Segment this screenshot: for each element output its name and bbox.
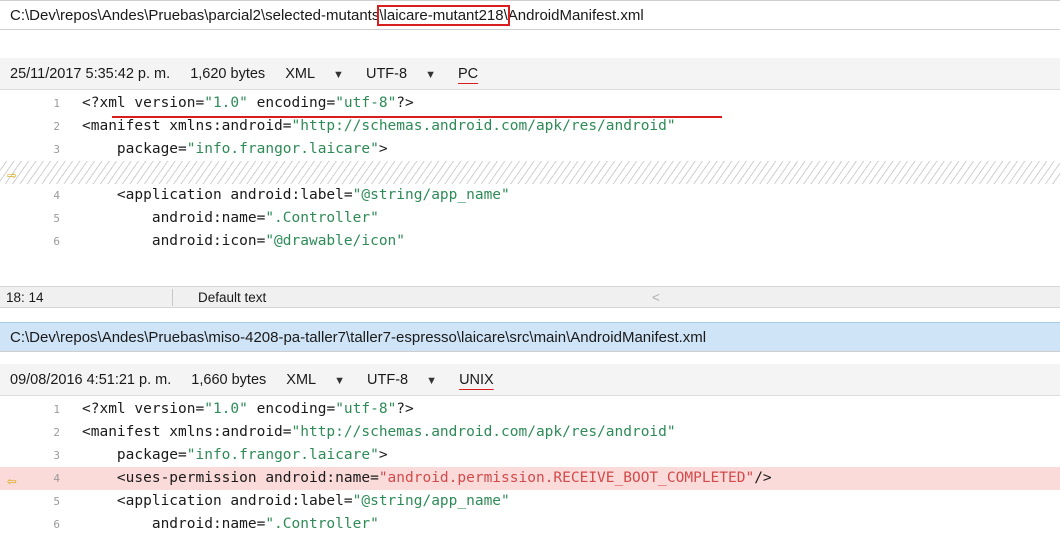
bottom-file-info: 09/08/2016 4:51:21 p. m. 1,660 bytes XML… (0, 364, 1060, 396)
file-size: 1,620 bytes (190, 66, 266, 82)
top-code-view[interactable]: 1 <?xml version="1.0" encoding="utf-8"?> 2… (0, 92, 1060, 279)
divider (172, 289, 173, 306)
code-line: 1 <?xml version="1.0" encoding="utf-8"?> (0, 398, 1060, 421)
code-text: package="info.frangor.laicare"> (82, 447, 388, 463)
code-text: android:name=".Controller" (82, 516, 379, 532)
code-text: android:icon="@drawable/icon" (82, 233, 406, 249)
path-prefix: C:\Dev\repos\Andes\Pruebas\parcial2\sele… (10, 7, 380, 24)
text-mode: Default text (198, 290, 267, 305)
code-line: 5 android:name=".Controller" (0, 207, 1060, 230)
diff-arrow-left-icon[interactable]: ⇦ (7, 469, 17, 492)
code-line: 2 <manifest xmlns:android="http://schemas… (0, 115, 1060, 138)
chevron-down-icon: ▼ (333, 69, 344, 81)
top-file-path[interactable]: C:\Dev\repos\Andes\Pruebas\parcial2\sele… (0, 0, 1060, 30)
line-number: 2 (53, 426, 60, 439)
line-number: 3 (53, 143, 60, 156)
encoding-select[interactable]: UTF-8 ▼ (366, 66, 452, 82)
code-line: 2 <manifest xmlns:android="http://schemas… (0, 421, 1060, 444)
file-date: 09/08/2016 4:51:21 p. m. (10, 372, 172, 388)
format-select[interactable]: XML ▼ (285, 66, 360, 82)
code-text: <application android:label="@string/app_… (82, 187, 510, 203)
format-select[interactable]: XML ▼ (286, 372, 361, 388)
code-text: package="info.frangor.laicare"> (82, 141, 388, 157)
file-size: 1,660 bytes (191, 372, 267, 388)
code-text: <manifest xmlns:android="http://schemas.… (82, 424, 676, 440)
line-number: 1 (53, 97, 60, 110)
code-text: <uses-permission android:name="android.p… (82, 470, 772, 486)
bottom-file-path[interactable]: C:\Dev\repos\Andes\Pruebas\miso-4208-pa-… (0, 322, 1060, 352)
code-line: 3 package="info.frangor.laicare"> (0, 138, 1060, 161)
code-text: <?xml version="1.0" encoding="utf-8"?> (82, 95, 414, 111)
code-line: 5 <application android:label="@string/ap… (0, 490, 1060, 513)
chevron-down-icon: ▼ (334, 375, 346, 387)
encoding-select[interactable]: UTF-8 ▼ (367, 372, 453, 388)
code-line: 6 android:icon="@drawable/icon" (0, 230, 1060, 253)
code-text: <application android:label="@string/app_… (82, 493, 510, 509)
path-suffix: AndroidManifest.xml (507, 7, 644, 24)
code-line: 3 package="info.frangor.laicare"> (0, 444, 1060, 467)
annotation-underline (112, 116, 722, 118)
code-text: android:name=".Controller" (82, 210, 379, 226)
code-text: <?xml version="1.0" encoding="utf-8"?> (82, 401, 414, 417)
line-number: 5 (53, 212, 60, 225)
code-line: 1 <?xml version="1.0" encoding="utf-8"?> (0, 92, 1060, 115)
top-file-info: 25/11/2017 5:35:42 p. m. 1,620 bytes XML… (0, 58, 1060, 90)
bottom-code-view[interactable]: 1 <?xml version="1.0" encoding="utf-8"?> 2… (0, 398, 1060, 560)
line-number: 6 (53, 235, 60, 248)
code-line: ⇦ 4 <uses-permission android:name="androi… (0, 467, 1060, 490)
line-number: 1 (53, 403, 60, 416)
line-number: 3 (53, 449, 60, 462)
line-number: 2 (53, 120, 60, 133)
diff-arrow-right-icon[interactable]: ⇨ (7, 163, 17, 186)
chevron-down-icon: ▼ (426, 375, 438, 387)
line-number: 6 (53, 518, 60, 531)
line-number: 4 (53, 189, 60, 202)
file-date: 25/11/2017 5:35:42 p. m. (10, 66, 171, 82)
line-number: 4 (53, 472, 60, 485)
scroll-left-icon[interactable]: < (652, 287, 660, 309)
code-text: <manifest xmlns:android="http://schemas.… (82, 118, 676, 134)
status-bar: 18: 14 Default text < (0, 286, 1060, 308)
code-line: 4 <application android:label="@string/ap… (0, 184, 1060, 207)
path-highlight: \laicare-mutant218\ (377, 5, 510, 26)
line-endings-select[interactable]: UNIX (459, 372, 494, 388)
code-line: 6 android:name=".Controller" (0, 513, 1060, 536)
line-endings-select[interactable]: PC (458, 66, 478, 82)
chevron-down-icon: ▼ (425, 69, 436, 81)
cursor-position: 18: 14 (6, 290, 44, 305)
line-number: 5 (53, 495, 60, 508)
code-line: ⇨ (0, 161, 1060, 184)
